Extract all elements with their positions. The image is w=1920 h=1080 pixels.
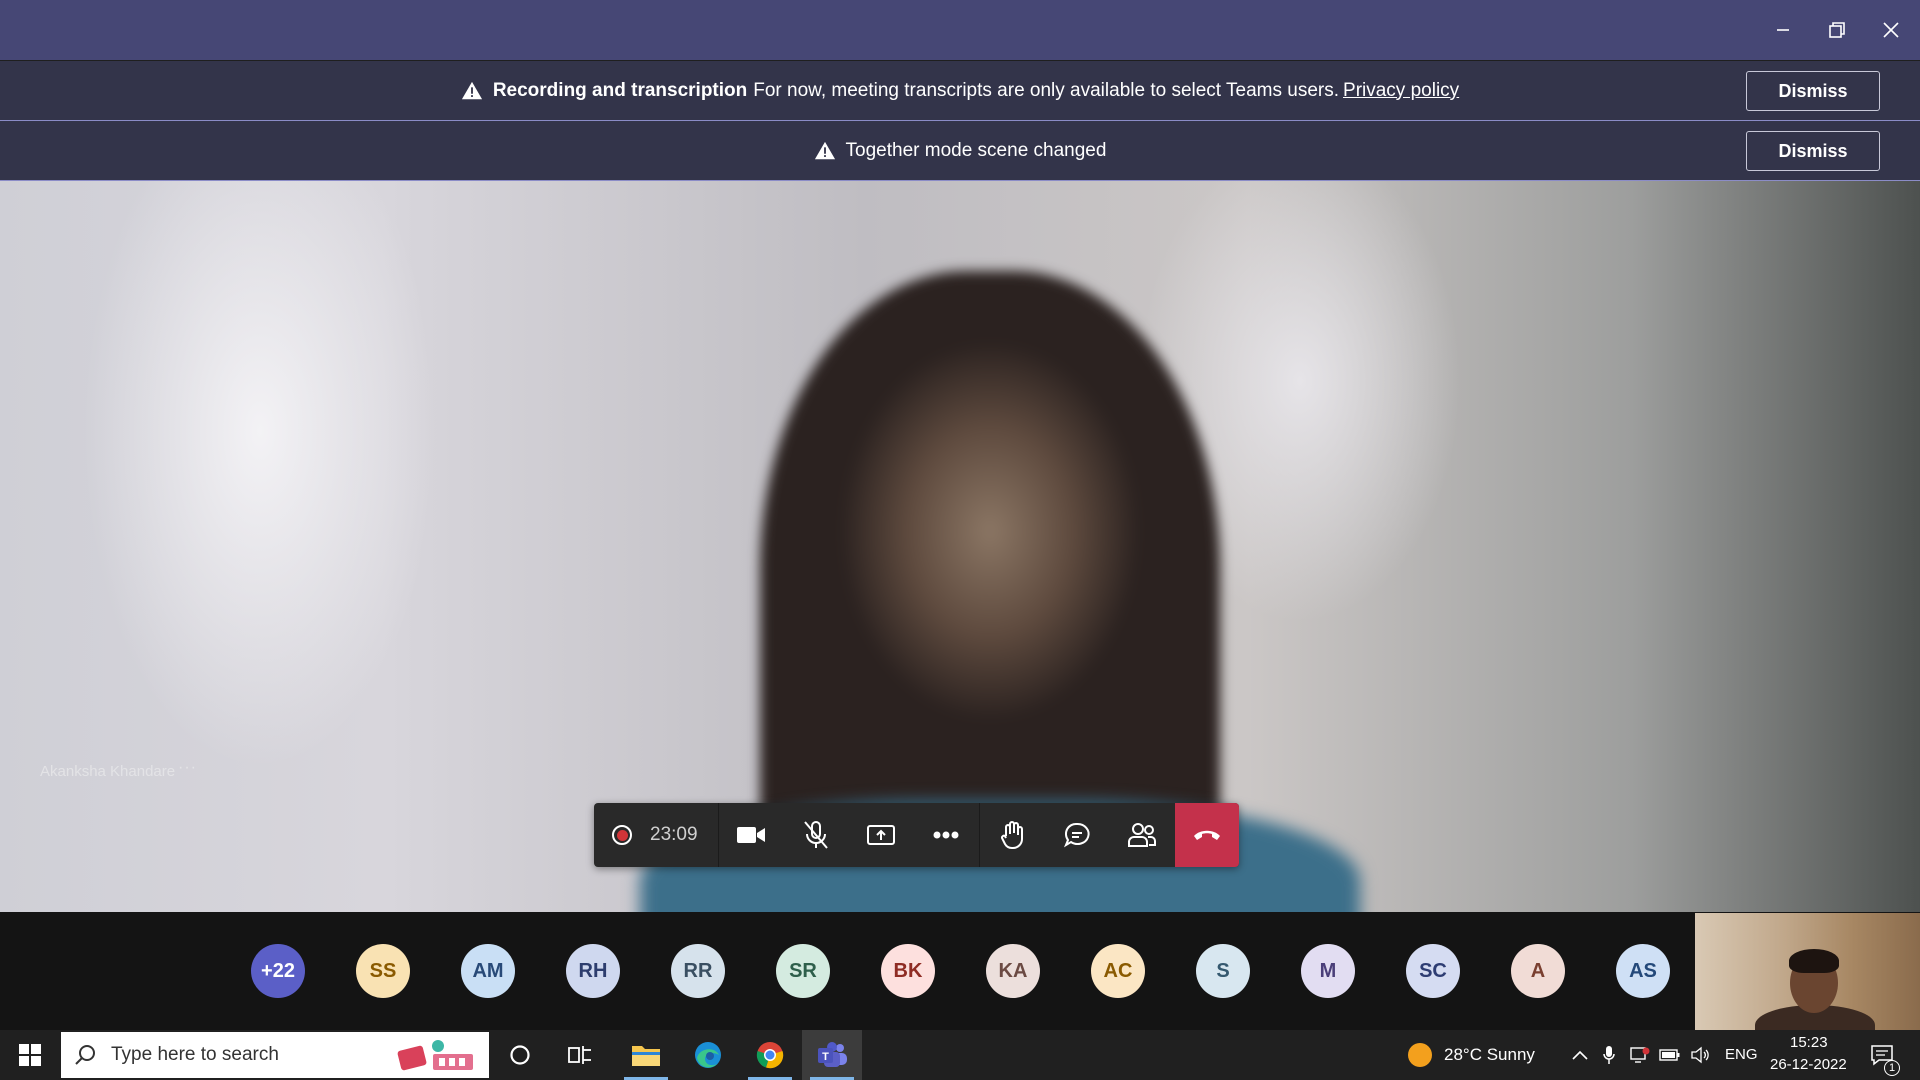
participant-strip: +22 SS AM RH RR SR BK KA AC S M SC A AS [0, 912, 1920, 1030]
maximize-button[interactable] [1814, 8, 1860, 52]
file-explorer-button[interactable] [616, 1030, 676, 1080]
microphone-icon [1603, 1046, 1615, 1064]
title-bar [0, 0, 1920, 60]
show-hidden-icons-button[interactable] [1566, 1030, 1594, 1080]
leave-call-button[interactable] [1174, 803, 1239, 867]
recording-banner: Recording and transcription For now, mee… [0, 61, 1920, 121]
cortana-icon [510, 1045, 530, 1065]
task-view-icon [568, 1046, 591, 1064]
folder-icon [632, 1046, 660, 1066]
participant-more-button[interactable]: ··· [178, 759, 197, 777]
participant-avatar[interactable]: KA [986, 944, 1040, 998]
action-center-button[interactable]: 1 [1858, 1030, 1906, 1080]
recording-icon [612, 825, 632, 845]
participant-name-label: Akanksha Khandare [40, 763, 176, 780]
chrome-icon [756, 1042, 784, 1069]
weather-label[interactable]: 28°C Sunny [1444, 1045, 1535, 1065]
banner-text: Together mode scene changed [845, 139, 1107, 161]
edge-button[interactable] [678, 1030, 738, 1080]
share-screen-button[interactable] [849, 803, 914, 867]
call-controls: 23:09 [594, 803, 1239, 867]
participant-avatar[interactable]: SR [776, 944, 830, 998]
participant-avatar[interactable]: RR [671, 944, 725, 998]
search-highlight-icon [393, 1036, 483, 1074]
banner-text: For now, meeting transcripts are only av… [753, 79, 1340, 101]
participant-avatar[interactable]: AS [1616, 944, 1670, 998]
close-icon [1883, 22, 1899, 38]
windows-taskbar: Type here to search T 28°C Sunny ENG 15:… [0, 1030, 1920, 1080]
network-tray-button[interactable] [1626, 1030, 1654, 1080]
warning-icon [814, 141, 835, 159]
warning-icon [461, 81, 482, 99]
taskbar-search-input[interactable]: Type here to search [61, 1032, 489, 1078]
self-video-hair [1789, 949, 1839, 973]
volume-icon [1691, 1046, 1709, 1064]
camera-button[interactable] [719, 803, 784, 867]
minimize-icon [1777, 29, 1789, 31]
raise-hand-icon [1001, 821, 1024, 850]
participant-avatar[interactable]: SS [356, 944, 410, 998]
more-actions-button[interactable] [914, 803, 979, 867]
chrome-button[interactable] [740, 1030, 800, 1080]
volume-tray-button[interactable] [1686, 1030, 1714, 1080]
privacy-policy-link[interactable]: Privacy policy [1343, 80, 1459, 102]
recording-indicator[interactable]: 23:09 [594, 803, 718, 867]
clock-date[interactable]: 26-12-2022 [1770, 1056, 1847, 1073]
teams-icon: T [818, 1042, 847, 1067]
windows-icon [19, 1044, 41, 1066]
search-placeholder: Type here to search [111, 1044, 279, 1065]
camera-icon [737, 827, 766, 843]
participant-avatar[interactable]: SC [1406, 944, 1460, 998]
cortana-button[interactable] [492, 1030, 548, 1080]
mic-off-icon [804, 821, 828, 849]
self-video-preview[interactable] [1695, 913, 1920, 1030]
chevron-up-icon [1572, 1050, 1588, 1060]
language-indicator[interactable]: ENG [1725, 1046, 1758, 1063]
battery-tray-button[interactable] [1656, 1030, 1684, 1080]
chat-button[interactable] [1045, 803, 1110, 867]
dismiss-button[interactable]: Dismiss [1746, 71, 1880, 111]
scene-changed-banner: Together mode scene changed Dismiss [0, 121, 1920, 181]
participant-avatar[interactable]: AC [1091, 944, 1145, 998]
participant-avatar[interactable]: S [1196, 944, 1250, 998]
dismiss-button[interactable]: Dismiss [1746, 131, 1880, 171]
hang-up-icon [1193, 830, 1220, 840]
participant-avatar[interactable]: A [1511, 944, 1565, 998]
raise-hand-button[interactable] [980, 803, 1045, 867]
battery-icon [1659, 1049, 1680, 1061]
participant-avatar[interactable]: RH [566, 944, 620, 998]
restore-icon [1829, 22, 1845, 38]
notification-count-badge: 1 [1884, 1060, 1900, 1076]
participants-icon [1128, 823, 1157, 847]
mute-button[interactable] [784, 803, 849, 867]
more-icon [933, 831, 959, 839]
minimize-button[interactable] [1760, 8, 1806, 52]
start-button[interactable] [2, 1030, 58, 1080]
svg-text:T: T [822, 1051, 829, 1063]
participant-avatar[interactable]: BK [881, 944, 935, 998]
close-window-button[interactable] [1868, 8, 1914, 52]
participant-avatar[interactable]: M [1301, 944, 1355, 998]
more-participants-avatar[interactable]: +22 [251, 944, 305, 998]
weather-sun-icon [1408, 1043, 1432, 1067]
search-icon [75, 1045, 95, 1065]
participant-avatar[interactable]: AM [461, 944, 515, 998]
participants-button[interactable] [1110, 803, 1175, 867]
microphone-tray-button[interactable] [1596, 1030, 1622, 1080]
share-screen-icon [867, 825, 896, 845]
clock-time[interactable]: 15:23 [1790, 1034, 1828, 1051]
network-icon [1630, 1047, 1650, 1063]
edge-icon [695, 1042, 721, 1068]
teams-button[interactable]: T [802, 1030, 862, 1080]
task-view-button[interactable] [552, 1030, 608, 1080]
chat-icon [1064, 822, 1090, 848]
call-timer: 23:09 [650, 824, 698, 845]
banner-title: Recording and transcription [492, 79, 748, 101]
